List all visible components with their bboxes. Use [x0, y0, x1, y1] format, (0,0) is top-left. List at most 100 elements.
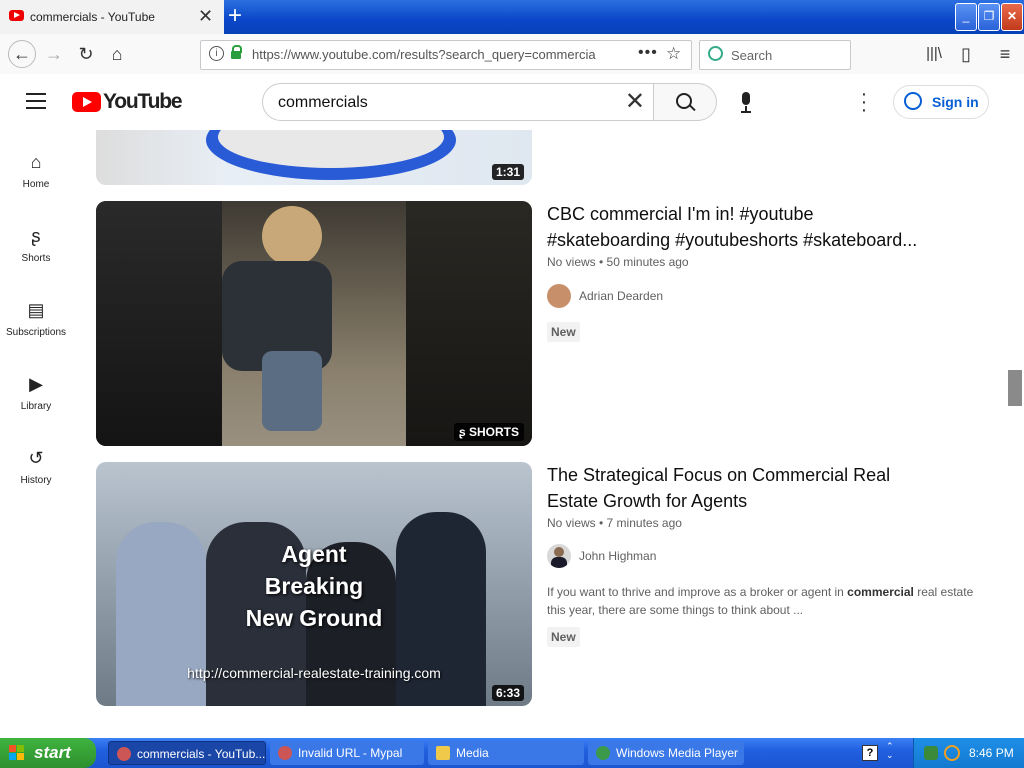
taskbar-item-youtube[interactable]: commercials - YouTub... [108, 741, 266, 765]
back-icon[interactable]: ← [8, 40, 36, 68]
logo-text: YouTube [103, 90, 183, 113]
history-icon: ↺ [28, 448, 44, 468]
sidebar-item-label: Subscriptions [5, 327, 67, 338]
shorts-badge: ʂ SHORTS [453, 423, 524, 441]
restore-button[interactable]: ❐ [978, 3, 1000, 31]
channel-name[interactable]: Adrian Dearden [579, 289, 663, 303]
new-badge: New [547, 322, 580, 342]
library-icon: ▶ [29, 374, 43, 394]
taskbar-item-media[interactable]: Media [428, 741, 584, 765]
url-text[interactable]: https://www.youtube.com/results?search_q… [252, 47, 602, 62]
youtube-play-icon [72, 92, 101, 112]
browser-search-field[interactable]: Search [699, 40, 851, 70]
home-icon[interactable]: ⌂ [105, 42, 129, 66]
shorts-icon: ʂ [458, 425, 469, 439]
site-info-icon[interactable]: i [209, 46, 224, 61]
description-line: this year, there are some things to thin… [547, 603, 804, 617]
video-title-line[interactable]: Estate Growth for Agents [547, 488, 947, 514]
sidebar-item-label: Shorts [21, 253, 51, 264]
shorts-icon: ʂ [31, 226, 41, 246]
browser-tab[interactable]: commercials - YouTube ✕ [0, 0, 224, 34]
video-title-line[interactable]: CBC commercial I'm in! #youtube [547, 201, 947, 227]
sidebar-toggle-icon[interactable]: ▯ [954, 42, 978, 66]
sidebar-item-subscriptions[interactable]: ▤ Subscriptions [0, 300, 72, 338]
thumbnail-headline: Agent Breaking New Ground [96, 538, 532, 634]
help-icon[interactable]: ? [862, 745, 878, 761]
video-description: If you want to thrive and improve as a b… [547, 583, 987, 619]
sidebar-item-home[interactable]: ⌂ Home [0, 152, 72, 190]
library-icon[interactable]: |||\ [922, 42, 946, 66]
video-thumbnail[interactable]: ʂ SHORTS [96, 201, 532, 446]
channel-avatar[interactable] [547, 544, 571, 568]
thumbnail-line: New Ground [245, 605, 383, 631]
video-title-line[interactable]: #skateboarding #youtubeshorts #skateboar… [547, 227, 947, 253]
system-tray: 8:46 PM [913, 738, 1024, 768]
close-window-button[interactable]: ✕ [1001, 3, 1023, 31]
youtube-search-input[interactable]: commercials ✕ [262, 83, 654, 121]
account-icon [904, 92, 922, 110]
thumbnail-line: Agent [281, 541, 347, 567]
clear-search-icon[interactable]: ✕ [625, 87, 645, 116]
search-icon [676, 93, 692, 109]
reload-icon[interactable]: ↻ [74, 42, 98, 66]
tab-close-icon[interactable]: ✕ [198, 6, 213, 27]
video-meta: No views • 7 minutes ago [547, 516, 682, 530]
browser-icon [278, 746, 292, 760]
taskbar-item-label: Invalid URL - Mypal [298, 746, 403, 760]
video-title-line[interactable]: The Strategical Focus on Commercial Real [547, 462, 947, 488]
taskbar-item-label: commercials - YouTub... [137, 747, 266, 761]
new-badge: New [547, 627, 580, 647]
duration-badge: 1:31 [491, 164, 524, 180]
taskbar-item-label: Media [456, 746, 489, 760]
youtube-favicon-icon [9, 10, 24, 21]
video-title[interactable]: The Strategical Focus on Commercial Real… [547, 462, 947, 514]
page-actions-icon[interactable]: ••• [638, 44, 658, 62]
video-title[interactable]: CBC commercial I'm in! #youtube #skatebo… [547, 201, 947, 253]
folder-icon [436, 746, 450, 760]
thumbnail-line: Breaking [264, 573, 364, 599]
lock-icon [231, 45, 242, 59]
search-engine-icon [708, 46, 723, 61]
bookmark-star-icon[interactable]: ☆ [666, 44, 681, 64]
search-placeholder: Search [731, 48, 773, 63]
start-button[interactable]: start [0, 738, 96, 768]
new-tab-icon[interactable]: + [228, 2, 242, 30]
taskbar-item-media-player[interactable]: Windows Media Player [588, 741, 744, 765]
sidebar-item-history[interactable]: ↺ History [0, 448, 72, 486]
sign-in-label: Sign in [932, 94, 979, 110]
media-player-icon [596, 746, 610, 760]
thumbnail-url: http://commercial-realestate-training.co… [187, 665, 441, 681]
network-icon[interactable] [924, 746, 938, 760]
description-line: If you want to thrive and improve as a b… [547, 585, 974, 599]
scrollbar-thumb[interactable] [1008, 370, 1022, 406]
sign-in-button[interactable]: Sign in [893, 85, 989, 119]
taskbar-item-label: Windows Media Player [616, 746, 739, 760]
channel-avatar[interactable] [547, 284, 571, 308]
search-tray-icon[interactable] [944, 745, 960, 761]
start-label: start [34, 743, 71, 762]
sidebar-item-label: Home [22, 179, 50, 190]
subscriptions-icon: ▤ [27, 300, 45, 320]
video-meta: No views • 50 minutes ago [547, 255, 689, 269]
sidebar-item-library[interactable]: ▶ Library [0, 374, 72, 412]
clock: 8:46 PM [969, 746, 1014, 760]
video-thumbnail[interactable]: Agent Breaking New Ground http://commerc… [96, 462, 532, 706]
youtube-logo[interactable]: YouTube [72, 90, 183, 114]
minimize-button[interactable]: _ [955, 3, 977, 31]
home-icon: ⌂ [30, 152, 42, 172]
youtube-search-button[interactable] [654, 83, 717, 121]
forward-icon[interactable]: → [42, 42, 66, 66]
guide-menu-icon[interactable] [26, 93, 46, 109]
url-bar[interactable]: i https://www.youtube.com/results?search… [200, 40, 692, 70]
search-query[interactable]: commercials [278, 94, 368, 112]
video-thumbnail[interactable]: 1:31 [96, 130, 532, 185]
channel-name[interactable]: John Highman [579, 549, 656, 563]
taskbar-item-mypal[interactable]: Invalid URL - Mypal [270, 741, 424, 765]
video-frame [222, 201, 406, 446]
voice-search-icon[interactable] [739, 92, 753, 114]
sidebar-item-shorts[interactable]: ʂ Shorts [0, 226, 72, 264]
browser-icon [117, 747, 131, 761]
menu-icon[interactable]: ≡ [993, 42, 1017, 66]
language-arrows-icon[interactable]: ⌃ ⌄ [886, 742, 898, 762]
settings-kebab-icon[interactable]: · · · [858, 84, 870, 120]
